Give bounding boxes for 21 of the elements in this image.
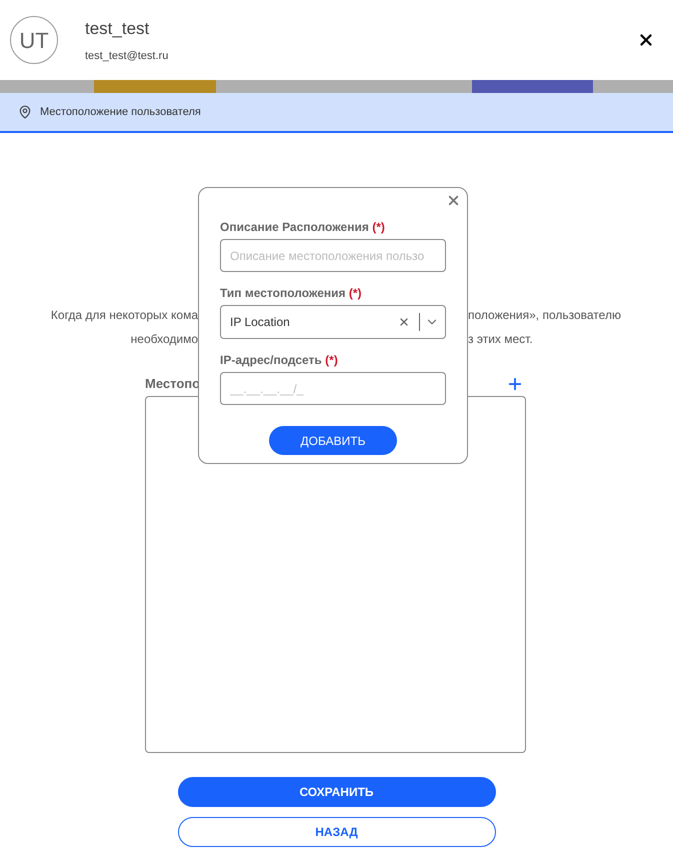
description-text: з этих мест. bbox=[468, 332, 533, 346]
input-field[interactable]: Описание местоположения пользо bbox=[220, 239, 446, 272]
add-button[interactable]: ДОБАВИТЬ bbox=[269, 426, 397, 455]
clear-icon[interactable] bbox=[398, 316, 410, 328]
section-title: Местоположение пользователя bbox=[40, 104, 201, 120]
description-text: необходимо bbox=[130, 331, 198, 348]
description-text: Когда для некоторых кома bbox=[50, 307, 198, 324]
close-icon[interactable] bbox=[446, 193, 461, 208]
location-type-select[interactable]: IP Location bbox=[220, 305, 446, 339]
user-name: test_test bbox=[85, 18, 150, 40]
user-email: test_test@test.ru bbox=[85, 48, 168, 64]
field-label: Тип местоположения (*) bbox=[220, 285, 363, 302]
avatar: UT bbox=[10, 16, 58, 64]
save-button[interactable]: СОХРАНИТЬ bbox=[178, 776, 496, 806]
back-button[interactable]: НАЗАД bbox=[178, 816, 496, 846]
input-field[interactable]: __.__.__.__/_ bbox=[220, 372, 446, 405]
locations-label: Местопо bbox=[145, 375, 200, 393]
location-pin-icon bbox=[18, 105, 32, 119]
field-label: IP-адрес/подсеть (*) bbox=[220, 352, 339, 369]
description-text: положения», пользователю bbox=[468, 308, 621, 322]
field-label: Описание Расположения (*) bbox=[220, 219, 386, 236]
